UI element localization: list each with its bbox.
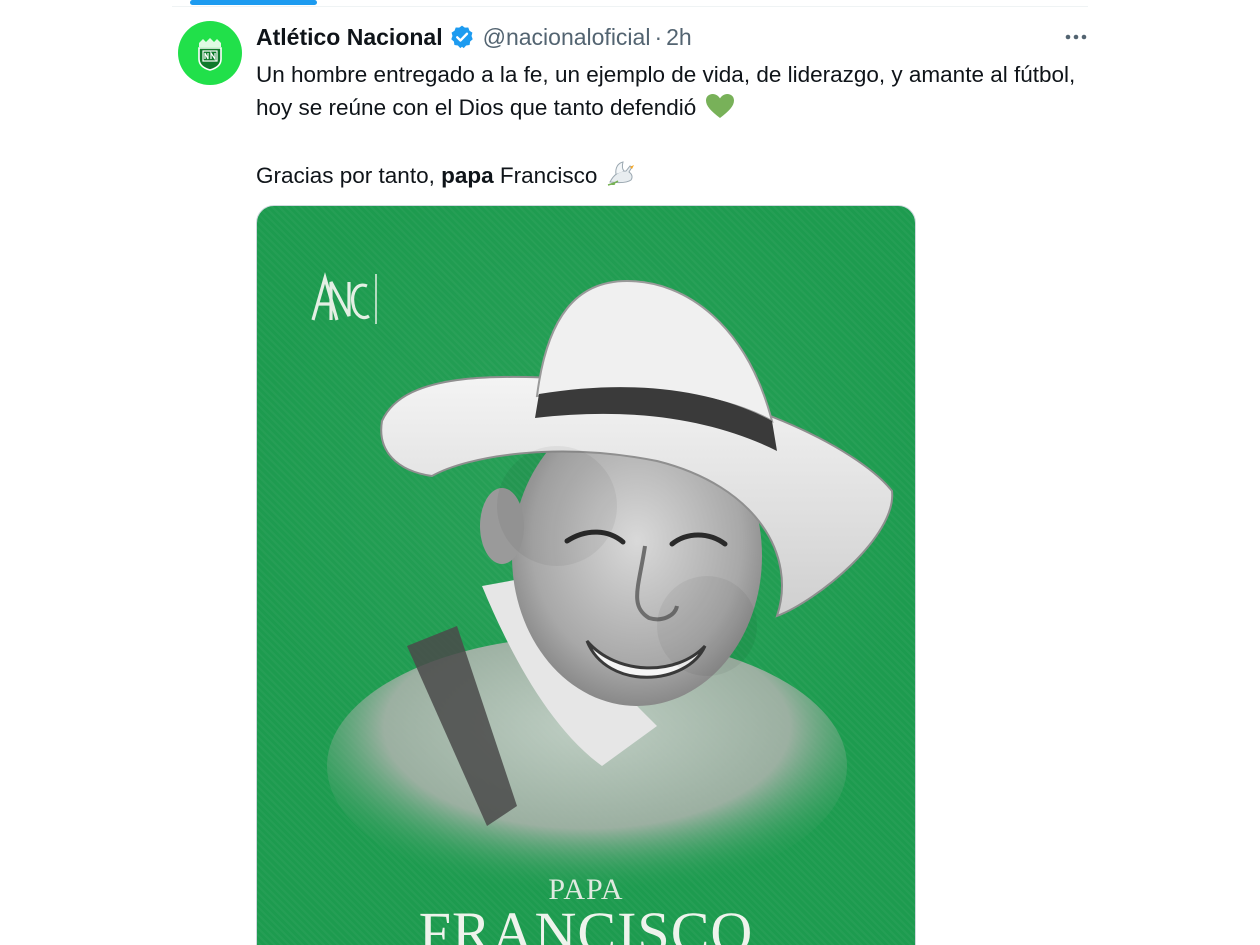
display-name[interactable]: Atlético Nacional	[256, 24, 443, 51]
dove-icon	[606, 160, 636, 197]
club-monogram-logo	[311, 272, 377, 324]
image-caption-large: FRANCISCO	[418, 900, 754, 945]
avatar[interactable]	[178, 21, 242, 85]
tweet-line-2-prefix: Gracias por tanto,	[256, 163, 435, 188]
top-divider	[172, 6, 1088, 7]
account-handle[interactable]: @nacionaloficial	[483, 24, 651, 51]
separator-dot: ·	[654, 23, 663, 50]
tweet-paragraph-1: Un hombre entregado a la fe, un ejemplo …	[256, 58, 1096, 128]
tweet-line-1: Un hombre entregado a la fe, un ejemplo …	[256, 62, 1076, 120]
tweet-header: Atlético Nacional @nacionaloficial · 2h	[256, 22, 692, 52]
timestamp[interactable]: 2h	[666, 24, 692, 51]
tweet-view: Atlético Nacional @nacionaloficial · 2h …	[0, 0, 1260, 945]
tweet-line-2-suffix: Francisco	[499, 163, 598, 188]
atletico-nacional-crest-icon	[198, 38, 222, 71]
green-heart-icon	[705, 93, 735, 128]
tweet-line-2-bold: papa	[441, 163, 494, 188]
tweet-paragraph-2: Gracias por tanto, papa Francisco	[256, 159, 1096, 197]
more-dots-icon	[1065, 34, 1087, 40]
tweet-media-image[interactable]: PAPA FRANCISCO	[256, 205, 916, 945]
active-tab-indicator	[190, 0, 317, 5]
tweet-text: Un hombre entregado a la fe, un ejemplo …	[256, 58, 1096, 197]
verified-badge-icon	[449, 24, 475, 50]
more-options-button[interactable]	[1062, 26, 1090, 48]
